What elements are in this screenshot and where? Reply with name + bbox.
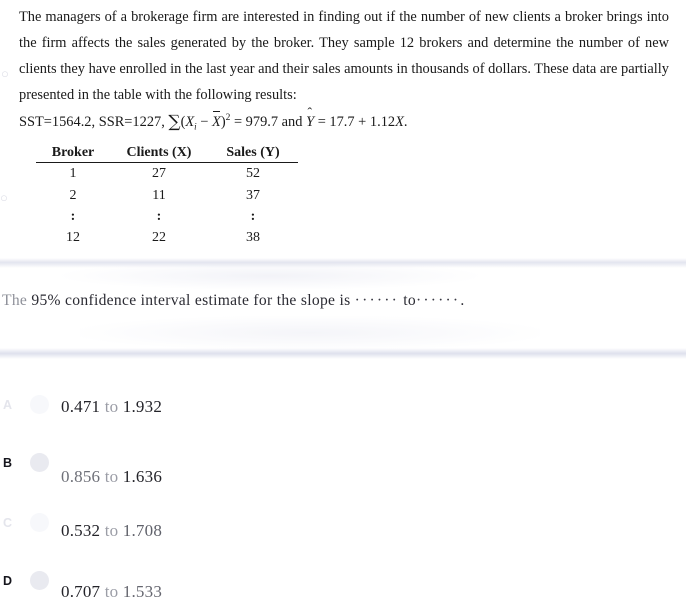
- option-a-lower-bound: 0.471: [61, 397, 101, 416]
- option-b-connector: to: [104, 467, 119, 486]
- option-c-upper-bound: 1.708: [122, 521, 163, 540]
- given-statistics-formula: SST=1564.2, SSR=1227, ∑(Xi − X)2 = 979.7…: [19, 106, 408, 139]
- option-letter-c: C: [3, 516, 13, 530]
- option-b-lower-bound: 0.856: [61, 467, 101, 486]
- broker-data-table: Broker Clients (X) Sales (Y) 1 27 52 2 1…: [36, 145, 298, 249]
- cell-clients: 27: [152, 166, 166, 181]
- option-b-upper-bound: 1.636: [122, 467, 163, 486]
- scan-smudge-lower: [80, 316, 540, 350]
- question-prefix-word: The: [2, 292, 28, 309]
- cell-clients: 22: [152, 230, 166, 245]
- sum-exponent-two: 2: [225, 113, 231, 123]
- radio-button-a[interactable]: [30, 395, 49, 414]
- radio-button-b[interactable]: [30, 453, 49, 472]
- question-prompt: The 95% confidence interval estimate for…: [2, 292, 465, 310]
- table-row: 1 27 52: [36, 163, 298, 186]
- ssr-value: SSR=1227,: [98, 113, 165, 130]
- cell-sales: 52: [246, 166, 260, 181]
- option-d-connector: to: [104, 582, 119, 601]
- summation-symbol: ∑: [168, 111, 181, 132]
- answer-blank-left: ······: [354, 292, 400, 309]
- page-edge-artifact-icon: ○: [1, 66, 9, 81]
- sum-index-i: i: [194, 121, 197, 132]
- regression-equation: = 17.7 + 1.12: [317, 113, 396, 130]
- cell-broker: 1: [69, 166, 77, 181]
- problem-statement: The managers of a brokerage firm are int…: [19, 4, 669, 108]
- question-connector-to: to: [403, 292, 416, 309]
- cell-broker-ellipsis: :: [70, 209, 76, 224]
- option-letter-d: D: [3, 574, 13, 588]
- cell-clients: 11: [152, 188, 166, 203]
- cell-broker: 12: [66, 230, 80, 245]
- question-text: 95% confidence interval estimate for the…: [31, 292, 351, 309]
- cell-broker: 2: [69, 188, 77, 203]
- overbar-rule: [212, 110, 220, 112]
- sum-equals-value: = 979.7: [233, 113, 279, 130]
- answer-option-d[interactable]: D 0.707 to 1.533: [0, 570, 686, 604]
- cell-clients-ellipsis: :: [156, 209, 162, 224]
- answer-option-c[interactable]: C 0.532 to 1.708: [0, 512, 686, 546]
- column-header-broker: Broker: [36, 145, 110, 163]
- option-text-d: 0.707 to 1.533: [61, 582, 162, 602]
- problem-statement-text: The managers of a brokerage firm are int…: [19, 9, 669, 103]
- sum-mean-variable-x: X: [212, 113, 221, 130]
- conjunction-and: and: [281, 113, 303, 130]
- column-header-clients: Clients (X): [110, 145, 208, 163]
- cell-sales: 38: [246, 230, 260, 245]
- option-d-lower-bound: 0.707: [61, 582, 101, 601]
- scan-divider-lower: [0, 348, 686, 359]
- x-bar-group: X: [212, 110, 221, 134]
- option-text-a: 0.471 to 1.932: [61, 397, 162, 417]
- scan-divider-upper: [0, 258, 686, 268]
- cell-sales: 37: [246, 188, 260, 203]
- column-header-sales: Sales (Y): [208, 145, 298, 163]
- table-row: 12 22 38: [36, 227, 298, 249]
- option-c-lower-bound: 0.532: [61, 521, 101, 540]
- question-period: .: [460, 292, 465, 309]
- page-edge-artifact-icon-2: ○: [0, 190, 8, 205]
- option-text-b: 0.856 to 1.636: [61, 467, 162, 487]
- hat-accent: ˆ: [307, 104, 313, 120]
- regression-variable-x: X: [395, 113, 404, 130]
- sst-value: SST=1564.2,: [19, 113, 96, 130]
- option-c-connector: to: [104, 521, 119, 540]
- option-letter-a: A: [3, 398, 13, 412]
- radio-button-c[interactable]: [30, 513, 49, 532]
- option-d-upper-bound: 1.533: [122, 582, 163, 601]
- option-letter-b: B: [3, 456, 13, 470]
- cell-sales-ellipsis: :: [250, 209, 256, 224]
- radio-button-d[interactable]: [30, 571, 49, 590]
- table-row-ellipsis: : : :: [36, 207, 298, 227]
- answer-blank-right: ······: [415, 292, 461, 309]
- table-row: 2 11 37: [36, 185, 298, 207]
- option-a-upper-bound: 1.932: [122, 397, 163, 416]
- scan-smudge-upper: [60, 262, 480, 290]
- formula-period: .: [403, 113, 408, 130]
- y-hat-group: ˆY: [306, 106, 314, 134]
- option-text-c: 0.532 to 1.708: [61, 521, 162, 541]
- answer-option-b[interactable]: B 0.856 to 1.636: [0, 452, 686, 486]
- sum-minus-sign: −: [200, 113, 209, 130]
- sum-variable-x: X: [185, 113, 195, 130]
- answer-option-a[interactable]: A 0.471 to 1.932: [0, 394, 686, 428]
- option-a-connector: to: [104, 397, 119, 416]
- table-header-row: Broker Clients (X) Sales (Y): [36, 145, 298, 163]
